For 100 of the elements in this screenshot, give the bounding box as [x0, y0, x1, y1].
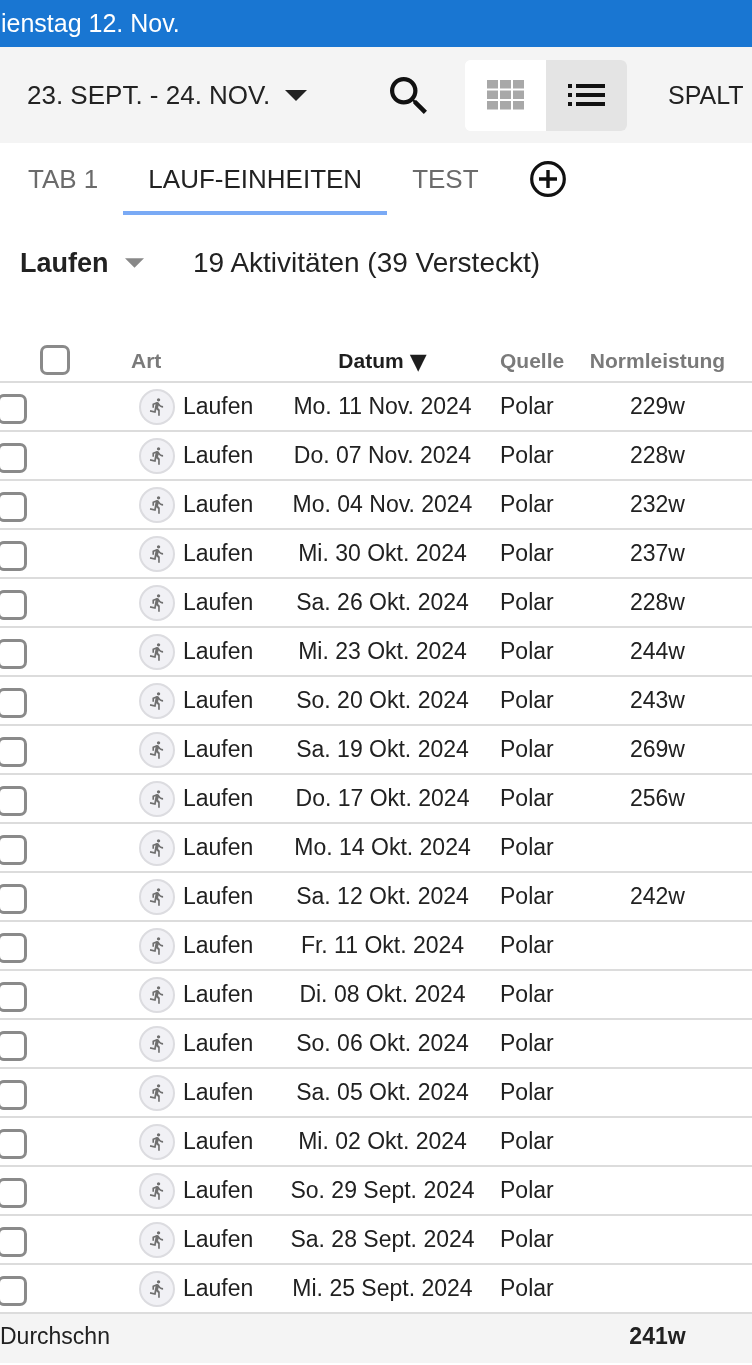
table-cell: Mo. 14 Okt. 2024	[294, 834, 471, 861]
table-cell: Polar	[500, 736, 554, 763]
summary-label: Durchschn	[0, 1323, 110, 1350]
table-cell: Laufen	[183, 736, 254, 763]
table-cell: Polar	[500, 834, 554, 861]
select-all-checkbox[interactable]	[40, 345, 70, 375]
columns-button[interactable]: SPALT	[668, 80, 744, 110]
row-checkbox[interactable]	[0, 1275, 27, 1306]
row-checkbox[interactable]	[0, 736, 27, 767]
table-cell: Polar	[500, 442, 554, 469]
column-header[interactable]: Art	[131, 341, 162, 373]
running-person-icon	[139, 1074, 175, 1111]
row-checkbox[interactable]	[0, 834, 27, 865]
table-cell: Mi. 25 Sept. 2024	[292, 1275, 473, 1302]
table-cell: Laufen	[183, 540, 254, 567]
running-person-icon	[139, 682, 175, 719]
table-cell: Polar	[500, 687, 554, 714]
table-cell: Polar	[500, 1128, 554, 1155]
running-person-icon	[139, 927, 175, 964]
grid-icon	[487, 80, 524, 110]
table-cell: Polar	[500, 393, 554, 420]
add-tab-button[interactable]	[529, 161, 566, 197]
row-checkbox[interactable]	[0, 1079, 27, 1110]
running-person-icon	[139, 584, 175, 621]
table-cell: Sa. 19 Okt. 2024	[296, 736, 469, 763]
row-checkbox[interactable]	[0, 687, 27, 718]
table-cell: Do. 07 Nov. 2024	[293, 442, 472, 469]
running-person-icon	[139, 633, 175, 670]
table-cell: Polar	[500, 540, 554, 567]
row-checkbox[interactable]	[0, 883, 27, 914]
column-header[interactable]: Quelle	[500, 341, 565, 373]
row-checkbox[interactable]	[0, 1030, 27, 1061]
table-cell: Laufen	[183, 442, 254, 469]
table-cell: Polar	[500, 491, 554, 518]
table-cell: Laufen	[183, 834, 254, 861]
running-person-icon	[139, 1025, 175, 1062]
row-checkbox[interactable]	[0, 589, 27, 620]
row-checkbox[interactable]	[0, 540, 27, 571]
table-cell: 243w	[630, 687, 685, 714]
column-header[interactable]: Datum ▼	[338, 340, 427, 374]
row-checkbox[interactable]	[0, 785, 27, 816]
table-cell: Laufen	[183, 1128, 254, 1155]
table-cell: Laufen	[183, 1275, 254, 1302]
table-cell: Laufen	[183, 687, 254, 714]
search-button[interactable]	[390, 76, 427, 114]
table-cell: 228w	[630, 442, 685, 469]
table-cell: Mi. 30 Okt. 2024	[298, 540, 467, 567]
row-checkbox[interactable]	[0, 1177, 27, 1208]
table-cell: So. 20 Okt. 2024	[296, 687, 469, 714]
row-checkbox[interactable]	[0, 981, 27, 1012]
table-cell: Laufen	[183, 638, 254, 665]
table-cell: Fr. 11 Okt. 2024	[300, 932, 465, 959]
running-person-icon	[139, 1221, 175, 1258]
table-cell: 232w	[630, 491, 685, 518]
date-range-dropdown[interactable]: 23. SEPT. - 24. NOV.	[27, 79, 308, 111]
running-person-icon	[139, 780, 175, 817]
activity-count: 19 Aktivitäten (39 Versteckt)	[193, 247, 542, 279]
row-checkbox[interactable]	[0, 491, 27, 522]
table-cell: Polar	[500, 883, 554, 910]
table-cell: Polar	[500, 1177, 554, 1204]
table-cell: Laufen	[183, 1226, 254, 1253]
table-cell: 269w	[630, 736, 685, 763]
table-cell: Polar	[500, 638, 554, 665]
table-cell: Sa. 26 Okt. 2024	[296, 589, 469, 616]
table-cell: Laufen	[183, 393, 254, 420]
tab[interactable]: TAB 1	[3, 143, 124, 215]
table-cell: Polar	[500, 1030, 554, 1057]
table-cell: So. 06 Okt. 2024	[296, 1030, 469, 1057]
table-cell: Laufen	[183, 1177, 254, 1204]
table-cell: Laufen	[183, 932, 254, 959]
table-cell: So. 29 Sept. 2024	[290, 1177, 475, 1204]
plus-circle-icon	[529, 161, 566, 197]
row-checkbox[interactable]	[0, 1226, 27, 1257]
activity-type-dropdown[interactable]: Laufen	[20, 247, 144, 279]
row-checkbox[interactable]	[0, 393, 27, 424]
summary-value: 241w	[629, 1323, 686, 1350]
table-cell: Polar	[500, 932, 554, 959]
table-cell: Polar	[500, 981, 554, 1008]
table-cell: Polar	[500, 1275, 554, 1302]
tab[interactable]: TEST	[387, 143, 504, 215]
row-checkbox[interactable]	[0, 932, 27, 963]
row-checkbox[interactable]	[0, 1128, 27, 1159]
running-person-icon	[139, 878, 175, 915]
tab[interactable]: LAUF-EINHEITEN	[123, 143, 388, 215]
table-cell: Polar	[500, 1226, 554, 1253]
table-cell: Mo. 11 Nov. 2024	[293, 393, 472, 420]
list-view-button[interactable]	[546, 59, 627, 131]
table-cell: 237w	[630, 540, 685, 567]
row-checkbox[interactable]	[0, 638, 27, 669]
table-cell: Do. 17 Okt. 2024	[295, 785, 470, 812]
row-checkbox[interactable]	[0, 442, 27, 473]
running-person-icon	[139, 976, 175, 1013]
caret-icon	[285, 89, 308, 101]
table-cell: Sa. 12 Okt. 2024	[296, 883, 469, 910]
search-icon	[390, 76, 427, 114]
caret-icon	[124, 258, 144, 268]
column-header[interactable]: Normleistung	[589, 341, 726, 373]
table-cell: Sa. 28 Sept. 2024	[290, 1226, 475, 1253]
table-cell: 228w	[630, 589, 685, 616]
list-icon	[568, 84, 605, 106]
